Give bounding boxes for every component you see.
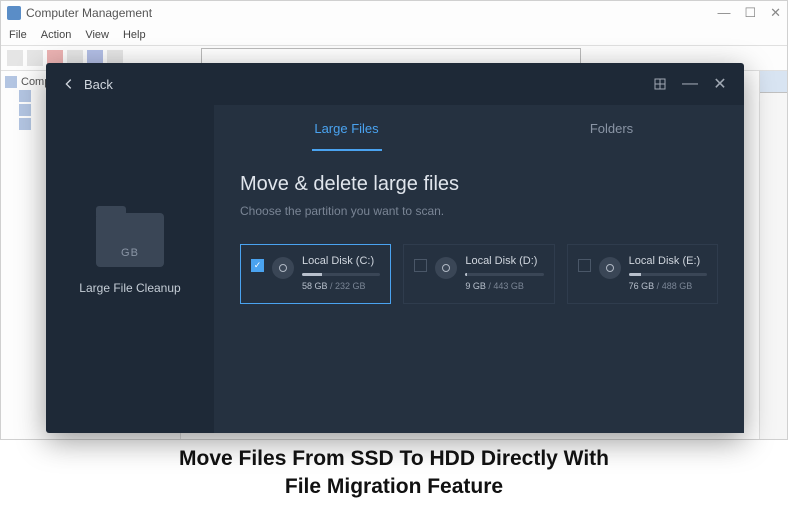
disk-checkbox[interactable] <box>414 259 427 272</box>
disk-checkbox[interactable] <box>251 259 264 272</box>
disk-drive-icon <box>272 257 294 279</box>
disk-checkbox[interactable] <box>578 259 591 272</box>
disk-usage-bar <box>465 273 543 276</box>
bg-minimize-button[interactable]: — <box>717 5 730 21</box>
bg-right-panel <box>759 71 787 439</box>
bg-menubar: File Action View Help <box>1 25 787 45</box>
app-titlebar: Back — ✕ <box>46 63 744 105</box>
app-sidebar: GB Large File Cleanup <box>46 105 214 433</box>
content-title: Move & delete large files <box>240 173 718 196</box>
cleanup-app: Back — ✕ GB Large File Cleanup Large Fil… <box>46 63 744 433</box>
bg-titlebar: Computer Management — ☐ ✕ <box>1 1 787 25</box>
disk-usage-bar <box>302 273 380 276</box>
disk-c[interactable]: Local Disk (C:) 58 GB / 232 GB <box>240 244 391 304</box>
tab-large-files[interactable]: Large Files <box>214 105 479 151</box>
bg-tool-icon[interactable] <box>7 50 23 66</box>
content-subtitle: Choose the partition you want to scan. <box>240 204 718 218</box>
bg-maximize-button[interactable]: ☐ <box>744 5 756 21</box>
disk-name: Local Disk (C:) <box>302 255 380 267</box>
disk-e[interactable]: Local Disk (E:) 76 GB / 488 GB <box>567 244 718 304</box>
app-minimize-button[interactable]: — <box>682 76 698 92</box>
bg-tool-icon[interactable] <box>27 50 43 66</box>
bg-menu-view[interactable]: View <box>85 29 109 41</box>
sidebar-label: Large File Cleanup <box>79 281 180 295</box>
large-file-folder-icon: GB <box>96 213 164 267</box>
back-button[interactable]: Back <box>62 77 113 92</box>
disk-list: Local Disk (C:) 58 GB / 232 GB Local Dis… <box>240 244 718 304</box>
disk-usage-bar <box>629 273 707 276</box>
disk-size: 9 GB / 443 GB <box>465 281 543 291</box>
disk-name: Local Disk (D:) <box>465 255 543 267</box>
article-caption: Move Files From SSD To HDD Directly With… <box>0 445 788 502</box>
tab-folders[interactable]: Folders <box>479 105 744 151</box>
bg-title: Computer Management <box>26 6 152 20</box>
app-restore-button[interactable] <box>652 76 668 92</box>
app-main: Large Files Folders Move & delete large … <box>214 105 744 433</box>
app-close-button[interactable]: ✕ <box>712 76 728 92</box>
disk-size: 58 GB / 232 GB <box>302 281 380 291</box>
disk-drive-icon <box>599 257 621 279</box>
folder-badge: GB <box>121 247 139 259</box>
bg-menu-file[interactable]: File <box>9 29 27 41</box>
back-label: Back <box>84 77 113 92</box>
disk-drive-icon <box>435 257 457 279</box>
bg-app-icon <box>7 6 21 20</box>
bg-close-button[interactable]: ✕ <box>770 5 781 21</box>
tabs: Large Files Folders <box>214 105 744 151</box>
back-arrow-icon <box>62 77 76 91</box>
disk-d[interactable]: Local Disk (D:) 9 GB / 443 GB <box>403 244 554 304</box>
disk-size: 76 GB / 488 GB <box>629 281 707 291</box>
disk-name: Local Disk (E:) <box>629 255 707 267</box>
bg-menu-action[interactable]: Action <box>41 29 72 41</box>
bg-menu-help[interactable]: Help <box>123 29 146 41</box>
